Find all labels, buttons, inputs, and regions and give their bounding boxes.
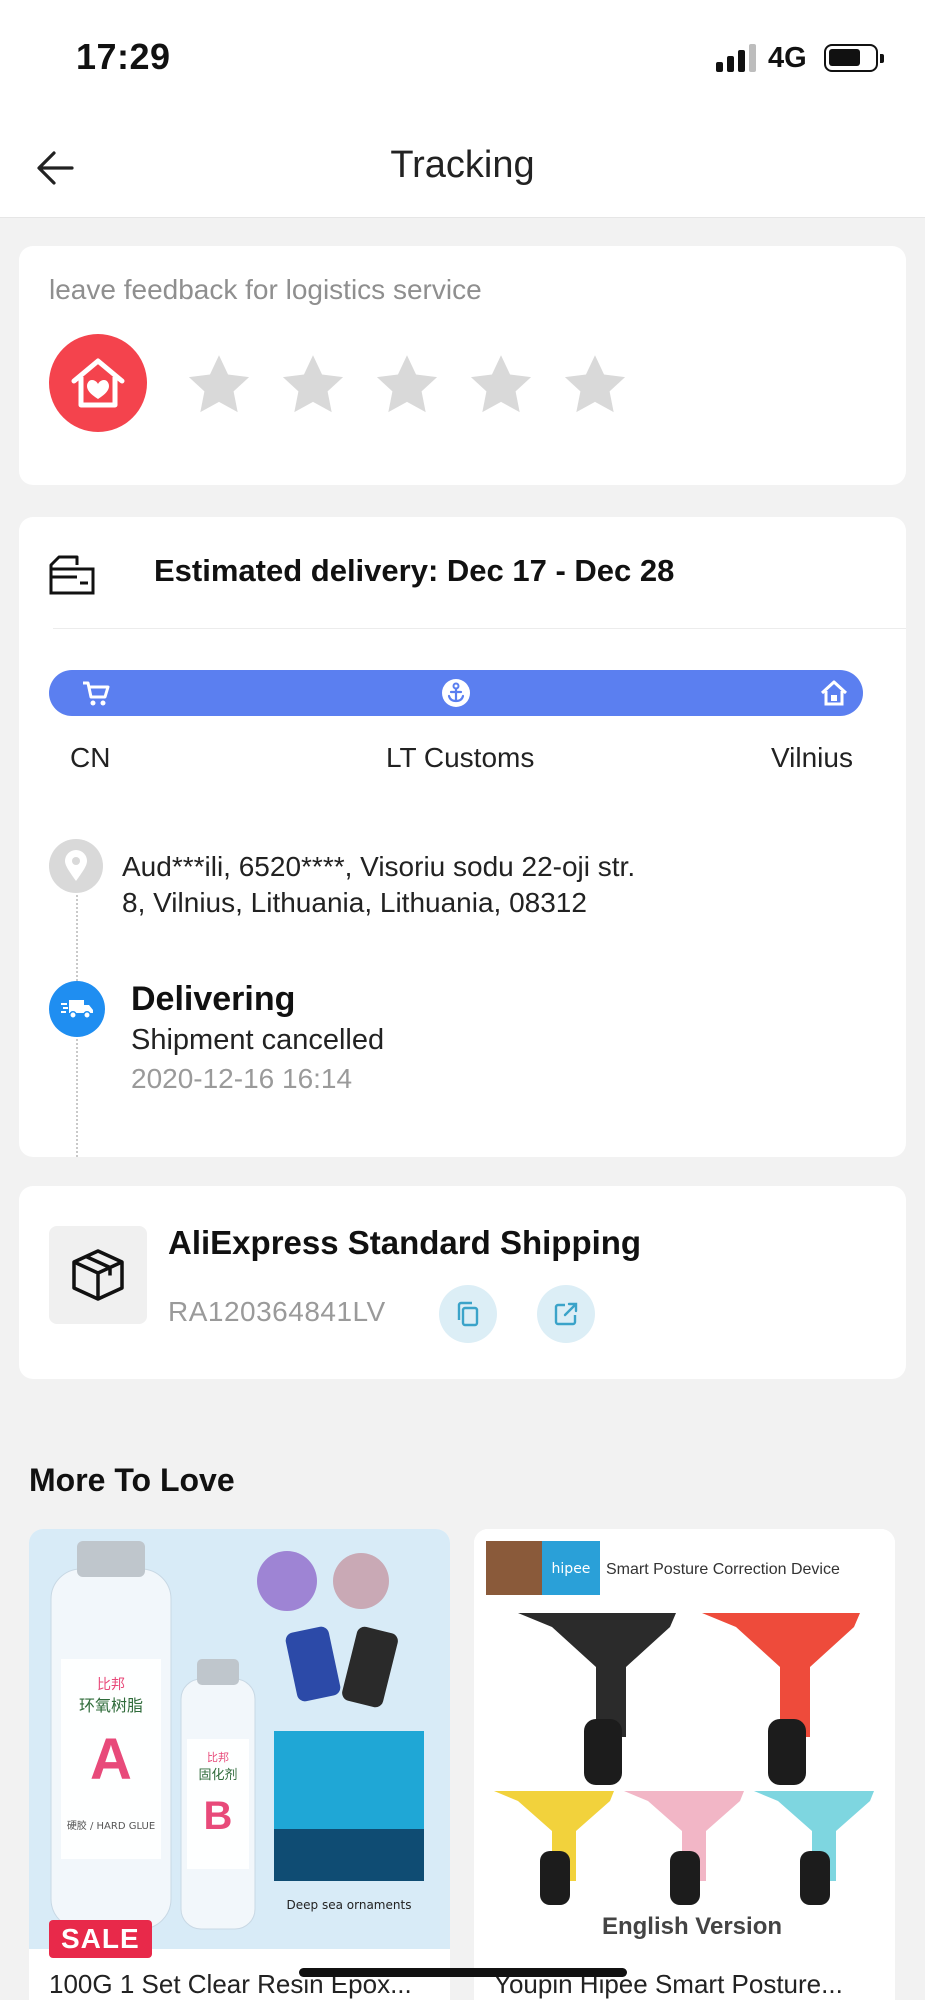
open-tracking-link-button[interactable] <box>537 1285 595 1343</box>
address-line-1: Aud***ili, 6520****, Visoriu sodu 22-oji… <box>122 851 636 882</box>
svg-text:Smart Posture Correction Devic: Smart Posture Correction Device <box>606 1561 840 1578</box>
svg-text:比邦: 比邦 <box>97 1677 125 1693</box>
stage-destination: Vilnius <box>771 742 853 773</box>
rating-star-3[interactable] <box>372 350 442 420</box>
stage-origin: CN <box>70 742 111 773</box>
divider <box>53 628 906 629</box>
delivery-truck-icon <box>49 981 105 1037</box>
svg-text:Deep sea ornaments: Deep sea ornaments <box>287 1898 412 1912</box>
rating-stars <box>184 350 630 420</box>
sale-badge: SALE <box>49 1920 152 1958</box>
home-indicator[interactable] <box>299 1968 627 1977</box>
svg-text:B: B <box>204 1794 233 1838</box>
svg-text:English Version: English Version <box>602 1913 782 1940</box>
battery-icon <box>824 44 884 72</box>
copy-icon <box>457 1301 479 1327</box>
logistics-feedback-card: leave feedback for logistics service <box>19 246 906 485</box>
shipping-service-name: AliExpress Standard Shipping <box>168 1224 642 1261</box>
rating-star-5[interactable] <box>560 350 630 420</box>
customs-anchor-icon <box>442 679 470 707</box>
delivery-status-card: Estimated delivery: Dec 17 - Dec 28 CN L… <box>19 517 906 1157</box>
copy-tracking-button[interactable] <box>439 1285 497 1343</box>
more-to-love-heading: More To Love <box>29 1462 235 1498</box>
feedback-label: leave feedback for logistics service <box>49 274 482 305</box>
status-time: 17:29 <box>76 36 171 77</box>
svg-text:环氧树脂: 环氧树脂 <box>79 1696 143 1715</box>
network-type: 4G <box>768 42 807 74</box>
tracking-status-title: Delivering <box>131 980 296 1018</box>
product-image-resin: 比邦 环氧树脂 A 硬胶 / HARD GLUE 比邦 固化剂 B Deep s… <box>29 1529 450 1949</box>
delivery-truck-outline-icon <box>47 553 97 602</box>
tracking-number: RA120364841LV <box>168 1296 386 1327</box>
delivery-address: Aud***ili, 6520****, Visoriu sodu 22-oji… <box>122 849 822 921</box>
product-image-posture-device: hipee Smart Posture Correction Device En… <box>474 1529 895 1949</box>
home-icon <box>820 680 848 706</box>
svg-text:A: A <box>90 1727 132 1792</box>
product-card-resin[interactable]: 比邦 环氧树脂 A 硬胶 / HARD GLUE 比邦 固化剂 B Deep s… <box>29 1529 450 2000</box>
package-box-icon <box>49 1226 147 1324</box>
tracking-status-detail: Shipment cancelled <box>131 1024 385 1056</box>
rating-star-1[interactable] <box>184 350 254 420</box>
page-title: Tracking <box>390 144 535 186</box>
estimated-delivery: Estimated delivery: Dec 17 - Dec 28 <box>154 553 675 588</box>
status-bar: 17:29 4G <box>0 0 925 118</box>
nav-bar: Tracking <box>0 118 925 218</box>
external-link-icon <box>554 1302 578 1326</box>
shipping-method-card: AliExpress Standard Shipping RA120364841… <box>19 1186 906 1379</box>
svg-text:硬胶 / HARD GLUE: 硬胶 / HARD GLUE <box>67 1819 155 1832</box>
stage-customs: LT Customs <box>386 742 535 773</box>
home-heart-icon <box>49 334 147 432</box>
product-card-posture-device[interactable]: hipee Smart Posture Correction Device En… <box>474 1529 895 2000</box>
shipping-progress-bar <box>49 670 863 716</box>
rating-star-2[interactable] <box>278 350 348 420</box>
location-pin-icon <box>49 839 103 893</box>
svg-text:hipee: hipee <box>552 1561 591 1577</box>
address-line-2: 8, Vilnius, Lithuania, Lithuania, 08312 <box>122 887 587 918</box>
svg-text:固化剂: 固化剂 <box>198 1768 237 1783</box>
svg-text:比邦: 比邦 <box>207 1751 229 1764</box>
cellular-signal-icon <box>716 44 756 72</box>
cart-icon <box>83 681 110 706</box>
tracking-status-time: 2020-12-16 16:14 <box>131 1063 353 1094</box>
rating-star-4[interactable] <box>466 350 536 420</box>
